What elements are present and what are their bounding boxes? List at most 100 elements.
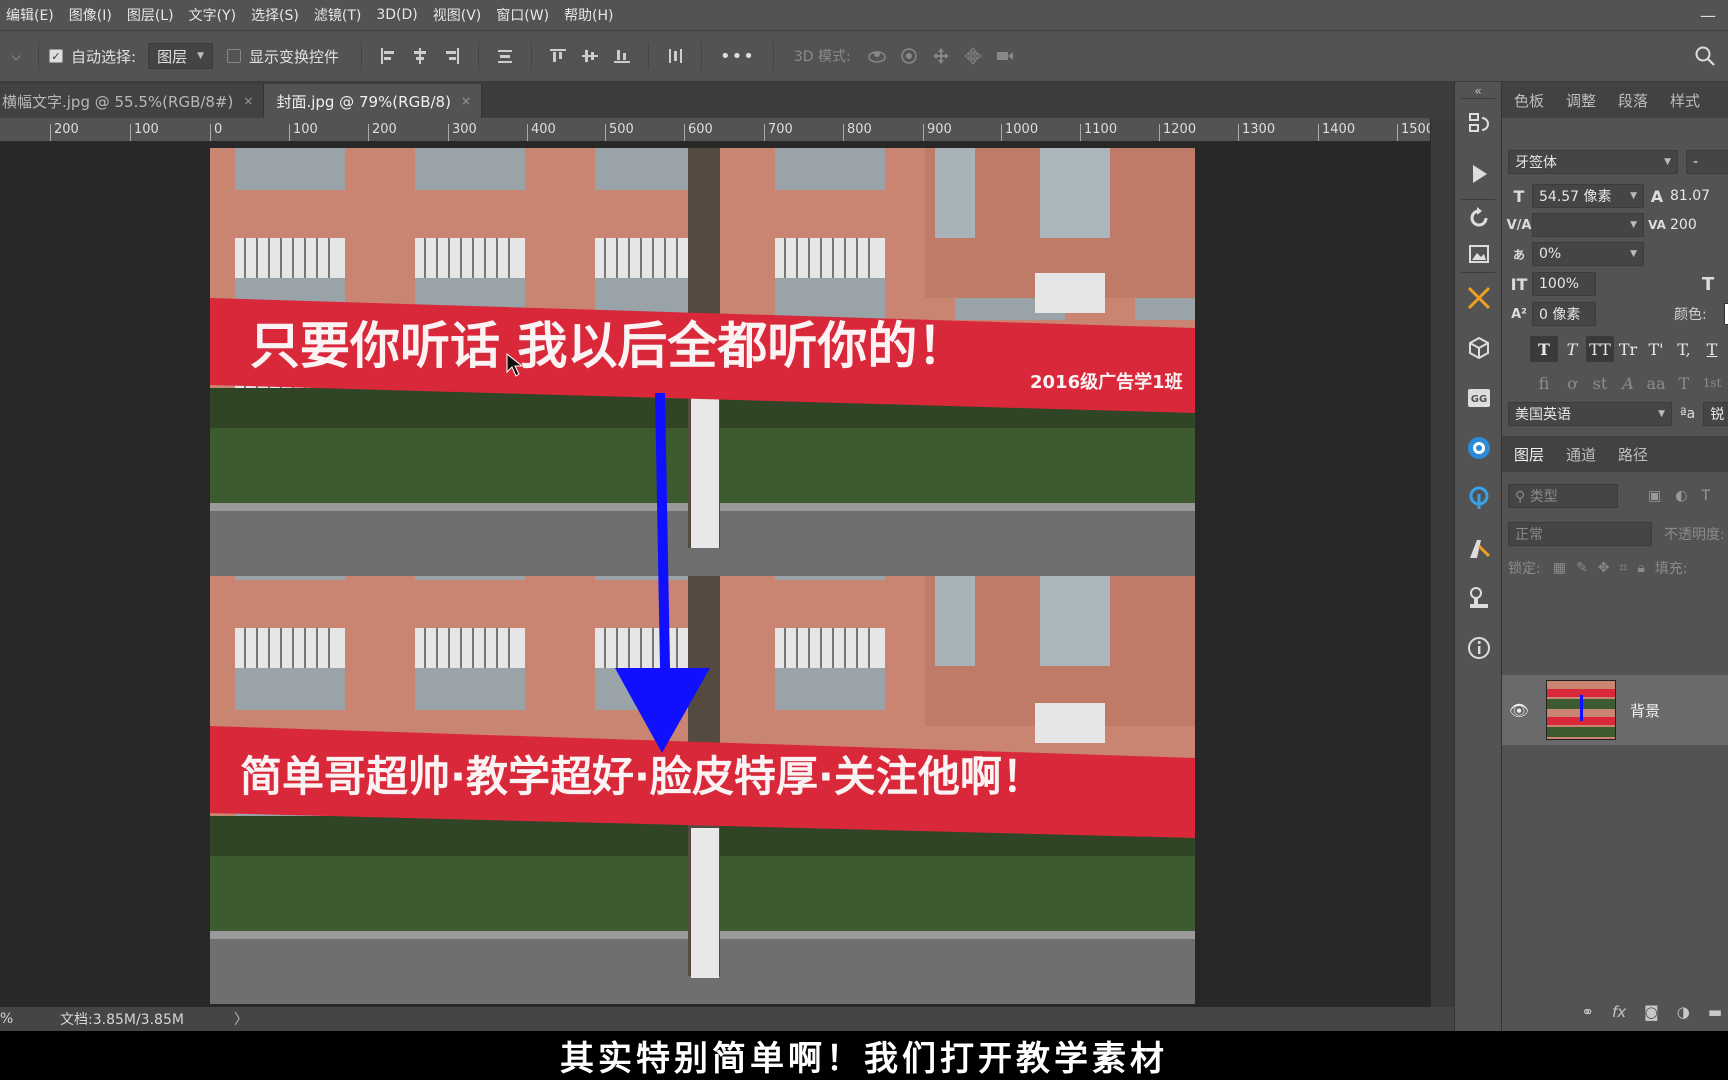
layer-filter-select[interactable]: ⚲ 类型 bbox=[1508, 484, 1618, 508]
3d-orbit-icon[interactable] bbox=[867, 46, 887, 66]
menu-3d[interactable]: 3D(D) bbox=[376, 7, 417, 23]
collapse-panels-icon[interactable]: « bbox=[1455, 84, 1501, 98]
link-layers-icon[interactable]: ⚭ bbox=[1581, 1003, 1594, 1021]
menu-select[interactable]: 选择(S) bbox=[251, 5, 299, 25]
menu-image[interactable]: 图像(I) bbox=[69, 5, 112, 25]
plugin-x-button[interactable] bbox=[1455, 273, 1503, 323]
layer-row-background[interactable]: 👁︎ 背景 bbox=[1502, 675, 1728, 745]
pixel-filter-icon[interactable]: ▣ bbox=[1648, 488, 1661, 504]
more-options-icon[interactable]: ••• bbox=[720, 46, 755, 67]
auto-select-checkbox[interactable]: ✓ bbox=[49, 49, 63, 63]
3d-panel-button[interactable] bbox=[1455, 323, 1503, 373]
zoom-level[interactable]: % bbox=[0, 1011, 60, 1027]
ordinals-button[interactable]: 1st bbox=[1698, 370, 1726, 396]
faux-italic-button[interactable]: T bbox=[1558, 336, 1586, 362]
menu-help[interactable]: 帮助(H) bbox=[564, 5, 613, 25]
align-left-icon[interactable] bbox=[378, 46, 398, 66]
stamp-plugin-button[interactable] bbox=[1455, 573, 1503, 623]
gg-plugin-button[interactable]: GG bbox=[1455, 373, 1503, 423]
superscript-button[interactable]: T' bbox=[1642, 336, 1670, 362]
faux-bold-button[interactable]: T bbox=[1530, 336, 1558, 362]
lock-paint-icon[interactable]: ✎ bbox=[1576, 560, 1588, 576]
new-group-icon[interactable]: ▬ bbox=[1708, 1003, 1722, 1021]
history-panel-button[interactable] bbox=[1455, 99, 1503, 149]
tab-styles[interactable]: 样式 bbox=[1670, 90, 1700, 111]
ligatures-button[interactable]: fi bbox=[1530, 370, 1558, 396]
3d-scale-icon[interactable] bbox=[995, 46, 1015, 66]
rotate-panel-button[interactable] bbox=[1455, 200, 1503, 236]
language-select[interactable]: 美国英语 ▼ bbox=[1508, 402, 1672, 426]
swash-button[interactable]: A bbox=[1614, 370, 1642, 396]
align-vcenter-icon[interactable] bbox=[580, 46, 600, 66]
tab-channels[interactable]: 通道 bbox=[1566, 444, 1596, 465]
actions-panel-button[interactable] bbox=[1455, 149, 1503, 199]
align-top-icon[interactable] bbox=[548, 46, 568, 66]
titling-alt-button[interactable]: T bbox=[1670, 370, 1698, 396]
menu-type[interactable]: 文字(Y) bbox=[189, 5, 236, 25]
discretionary-lig-button[interactable]: st bbox=[1586, 370, 1614, 396]
align-right-icon[interactable] bbox=[442, 46, 462, 66]
distribute-horizontal-icon[interactable] bbox=[665, 46, 685, 66]
close-icon[interactable]: × bbox=[461, 94, 471, 108]
lock-all-icon[interactable]: 🔒︎ bbox=[1637, 560, 1644, 576]
document-image[interactable]: 只要你听话 我以后全都听你的！ 2016级广告学1班 简单哥超帅·教学超好·脸皮… bbox=[210, 148, 1195, 1004]
lock-pixels-icon[interactable]: ▦ bbox=[1553, 560, 1566, 576]
align-bottom-icon[interactable] bbox=[612, 46, 632, 66]
search-icon[interactable] bbox=[1694, 45, 1716, 67]
lock-move-icon[interactable]: ✥ bbox=[1598, 560, 1610, 576]
info-panel-button[interactable] bbox=[1455, 623, 1503, 673]
canvas-area[interactable]: 只要你听话 我以后全都听你的！ 2016级广告学1班 简单哥超帅·教学超好·脸皮… bbox=[0, 142, 1430, 1007]
horizontal-ruler[interactable]: 200 100 0 100 200 300 400 500 600 700 80… bbox=[0, 118, 1430, 142]
tab-banner-text-doc[interactable]: 横幅文字.jpg @ 55.5%(RGB/8#) × bbox=[0, 84, 265, 118]
kerning-field[interactable]: ▼ bbox=[1532, 213, 1644, 237]
tab-swatches[interactable]: 色板 bbox=[1514, 90, 1544, 111]
menu-view[interactable]: 视图(V) bbox=[433, 5, 482, 25]
3d-slide-icon[interactable] bbox=[963, 46, 983, 66]
tab-adjustments[interactable]: 调整 bbox=[1566, 90, 1596, 111]
blue-plugin-button[interactable] bbox=[1455, 423, 1503, 473]
add-mask-icon[interactable]: ◙ bbox=[1644, 1003, 1659, 1021]
font-size-field[interactable]: 54.57 像素 ▼ bbox=[1532, 184, 1644, 208]
menu-window[interactable]: 窗口(W) bbox=[496, 5, 549, 25]
auto-select-target-dropdown[interactable]: 图层 ▼ bbox=[148, 43, 213, 69]
tab-cover-doc[interactable]: 封面.jpg @ 79%(RGB/8) × bbox=[264, 84, 482, 118]
all-caps-button[interactable]: TT bbox=[1586, 336, 1614, 362]
align-hcenter-icon[interactable] bbox=[410, 46, 430, 66]
tab-paths[interactable]: 路径 bbox=[1618, 444, 1648, 465]
blend-mode-select[interactable]: 正常 bbox=[1508, 522, 1652, 546]
leading-value[interactable]: 81.07 bbox=[1670, 188, 1710, 204]
menu-filter[interactable]: 滤镜(T) bbox=[314, 5, 361, 25]
adjustment-filter-icon[interactable]: ◐ bbox=[1675, 488, 1687, 504]
old-style-button[interactable]: ơ bbox=[1558, 370, 1586, 396]
tab-paragraph[interactable]: 段落 bbox=[1618, 90, 1648, 111]
small-caps-button[interactable]: Tr bbox=[1614, 336, 1642, 362]
anti-alias-select[interactable]: 锐 bbox=[1703, 402, 1728, 426]
font-family-select[interactable]: 牙签体 ▼ bbox=[1508, 150, 1678, 174]
show-transform-checkbox[interactable] bbox=[227, 49, 241, 63]
tool-preset-chevron-icon[interactable]: ⌵ bbox=[4, 49, 28, 64]
font-style-select[interactable]: - bbox=[1686, 150, 1728, 174]
adjustment-layer-icon[interactable]: ◑ bbox=[1677, 1003, 1690, 1021]
vertical-scrollbar[interactable] bbox=[1430, 118, 1454, 1007]
distribute-vertical-icon[interactable] bbox=[495, 46, 515, 66]
status-menu-arrow-icon[interactable]: 〉 bbox=[234, 1009, 248, 1029]
fx-icon[interactable]: fx bbox=[1612, 1003, 1626, 1021]
underline-button[interactable]: T bbox=[1698, 336, 1726, 362]
stylistic-alt-button[interactable]: aa bbox=[1642, 370, 1670, 396]
3d-roll-icon[interactable] bbox=[899, 46, 919, 66]
paragraph-panel-button[interactable] bbox=[1455, 473, 1503, 523]
layer-name[interactable]: 背景 bbox=[1630, 700, 1660, 721]
minimize-icon[interactable]: — bbox=[1700, 6, 1716, 25]
type-filter-icon[interactable]: T bbox=[1701, 488, 1710, 504]
tsume-field[interactable]: 0% ▼ bbox=[1532, 242, 1644, 266]
baseline-shift-field[interactable]: 0 像素 bbox=[1532, 302, 1596, 326]
visibility-eye-icon[interactable]: 👁︎ bbox=[1502, 701, 1536, 720]
lock-artboard-icon[interactable]: ⌗ bbox=[1619, 560, 1627, 576]
tab-layers[interactable]: 图层 bbox=[1514, 444, 1544, 465]
menu-layer[interactable]: 图层(L) bbox=[127, 5, 174, 25]
vertical-scale-field[interactable]: 100% bbox=[1532, 272, 1596, 296]
subscript-button[interactable]: T, bbox=[1670, 336, 1698, 362]
3d-pan-icon[interactable] bbox=[931, 46, 951, 66]
close-icon[interactable]: × bbox=[243, 94, 253, 108]
menu-edit[interactable]: 编辑(E) bbox=[6, 5, 54, 25]
